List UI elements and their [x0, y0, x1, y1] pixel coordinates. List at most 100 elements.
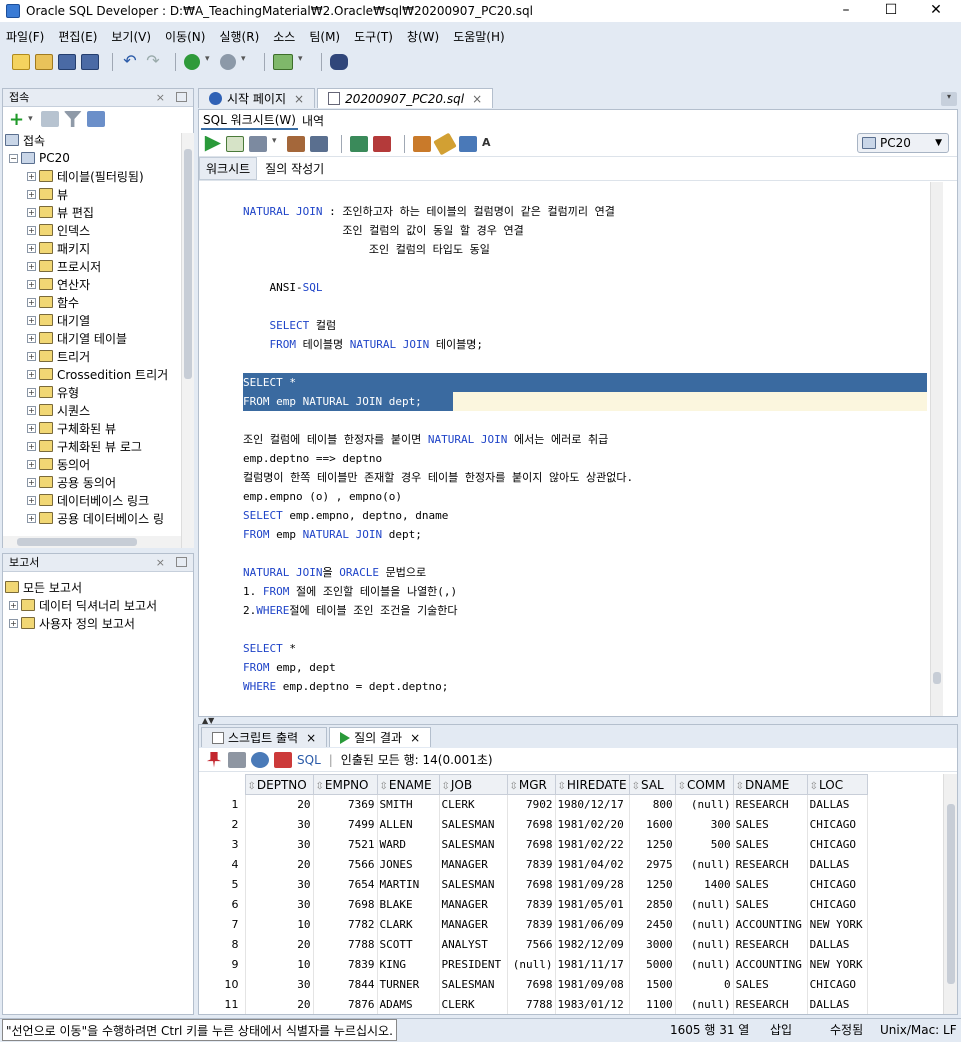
table-cell[interactable]: 10 [245, 914, 314, 935]
table-row[interactable]: 9 10 7839 KING PRESIDENT (null) 1981/11/17 5000… [199, 954, 868, 975]
table-cell[interactable]: CHICAGO [807, 874, 868, 895]
minimize-panel-icon[interactable] [176, 557, 187, 567]
table-cell[interactable]: 7499 [313, 814, 378, 835]
column-header-job[interactable]: ⇳JOB [438, 774, 508, 795]
table-cell[interactable]: 1600 [629, 814, 676, 835]
table-cell[interactable]: DALLAS [807, 994, 868, 1014]
table-cell[interactable]: WARD [377, 834, 440, 855]
collapse-icon[interactable]: − [9, 153, 18, 163]
sort-icon[interactable]: ⇳ [510, 781, 518, 792]
tree-item-operators[interactable]: + 연산자 [5, 275, 193, 293]
table-cell[interactable]: 1980/12/17 [555, 794, 630, 815]
tree-item-types[interactable]: + 유형 [5, 383, 193, 401]
table-cell[interactable]: 1983/01/12 [555, 994, 630, 1014]
tab-start-page[interactable]: 시작 페이지 × [198, 88, 316, 108]
maximize-button[interactable]: ☐ [868, 0, 914, 22]
close-icon[interactable]: × [156, 89, 165, 106]
binoculars-icon[interactable] [330, 54, 348, 70]
table-cell[interactable]: SMITH [377, 794, 440, 815]
close-icon[interactable]: × [306, 728, 316, 748]
save-all-icon[interactable] [81, 54, 99, 70]
table-cell[interactable]: SALES [733, 814, 808, 835]
table-cell[interactable]: RESEARCH [733, 854, 808, 875]
table-row[interactable]: 6 30 7698 BLAKE MANAGER 7839 1981/05/01 2850 (nu… [199, 894, 868, 915]
table-cell[interactable]: 2850 [629, 894, 676, 915]
refresh-icon[interactable] [40, 111, 59, 127]
table-cell[interactable]: SCOTT [377, 934, 440, 955]
tab-sql-file[interactable]: 20200907_PC20.sql × [317, 88, 494, 108]
menu-edit[interactable]: 편집(E) [58, 28, 97, 45]
tree-item-views[interactable]: + 뷰 [5, 185, 193, 203]
table-cell[interactable]: 1981/11/17 [555, 954, 630, 975]
table-cell[interactable]: 7782 [313, 914, 378, 935]
sort-icon[interactable]: ⇳ [632, 781, 640, 792]
table-cell[interactable]: CLARK [377, 914, 440, 935]
table-row[interactable]: 4 20 7566 JONES MANAGER 7839 1981/04/02 2975 (nu… [199, 854, 868, 875]
table-cell[interactable]: MARTIN [377, 874, 440, 895]
table-row[interactable]: 8 20 7788 SCOTT ANALYST 7566 1982/12/09 3000 (nu… [199, 934, 868, 955]
add-dropdown-icon[interactable]: ▾ [28, 114, 33, 124]
table-row[interactable]: 5 30 7654 MARTIN SALESMAN 7698 1981/09/28 1250 1… [199, 874, 868, 895]
sort-icon[interactable]: ⇳ [248, 781, 256, 792]
history-icon[interactable] [459, 135, 477, 152]
table-cell[interactable]: 20 [245, 854, 314, 875]
table-cell[interactable]: 1500 [629, 974, 676, 995]
table-cell[interactable]: NEW YORK [807, 954, 868, 975]
menu-view[interactable]: 보기(V) [111, 28, 151, 45]
format-icon[interactable]: A [482, 136, 500, 152]
tree-item-functions[interactable]: + 함수 [5, 293, 193, 311]
table-cell[interactable]: 7839 [313, 954, 378, 975]
expand-icon[interactable]: + [27, 315, 36, 325]
menu-team[interactable]: 팀(M) [309, 28, 340, 45]
table-cell[interactable]: (null) [675, 794, 734, 815]
save-icon[interactable] [58, 54, 76, 70]
table-cell[interactable]: 1981/05/01 [555, 894, 630, 915]
table-cell[interactable]: 10 [245, 954, 314, 975]
expand-icon[interactable]: + [27, 225, 36, 235]
redo-icon[interactable]: ↷ [144, 53, 162, 70]
tree-item-database-links[interactable]: + 데이터베이스 링크 [5, 491, 193, 509]
explain-plan-icon[interactable] [287, 135, 305, 152]
table-cell[interactable]: MANAGER [439, 854, 508, 875]
table-cell[interactable]: 1250 [629, 874, 676, 895]
table-cell[interactable]: 7369 [313, 794, 378, 815]
table-cell[interactable]: SALESMAN [439, 834, 508, 855]
tree-item-materialized-views[interactable]: + 구체화된 뷰 [5, 419, 193, 437]
rollback-icon[interactable] [373, 135, 391, 152]
expand-icon[interactable]: + [27, 423, 36, 433]
expand-icon[interactable]: + [27, 243, 36, 253]
column-header-sal[interactable]: ⇳SAL [628, 774, 676, 795]
tab-list-icon[interactable]: ▾ [941, 92, 957, 106]
commit-icon[interactable] [249, 135, 267, 152]
table-row[interactable]: 10 30 7844 TURNER SALESMAN 7698 1981/09/08 1500… [199, 974, 868, 995]
close-icon[interactable]: × [410, 728, 420, 748]
table-cell[interactable]: 7566 [507, 934, 556, 955]
tree-item-indexes[interactable]: + 인덱스 [5, 221, 193, 239]
table-cell[interactable]: BLAKE [377, 894, 440, 915]
tree-item-tables[interactable]: + 테이블(필터링됨) [5, 167, 193, 185]
table-cell[interactable]: CHICAGO [807, 894, 868, 915]
add-connection-icon[interactable]: + [9, 109, 24, 130]
table-cell[interactable]: 7788 [507, 994, 556, 1014]
table-row[interactable]: 7 10 7782 CLARK MANAGER 7839 1981/06/09 2450 (nu… [199, 914, 868, 935]
table-cell[interactable]: 7839 [507, 854, 556, 875]
menu-tools[interactable]: 도구(T) [354, 28, 393, 45]
table-cell[interactable]: 7698 [507, 874, 556, 895]
table-cell[interactable]: 2450 [629, 914, 676, 935]
tab-sql-worksheet[interactable]: SQL 워크시트(W) [201, 111, 298, 130]
table-cell[interactable]: RESEARCH [733, 994, 808, 1014]
column-header-mgr[interactable]: ⇳MGR [506, 774, 556, 795]
table-cell[interactable]: (null) [675, 894, 734, 915]
results-grid[interactable]: ⇳DEPTNO ⇳EMPNO ⇳ENAME ⇳JOB ⇳MGR ⇳HIREDATE ⇳SAL… [199, 774, 943, 1014]
expand-icon[interactable]: + [27, 279, 36, 289]
code-editor[interactable]: NATURAL JOIN : 조인하고자 하는 테이블의 컬럼명이 같은 컬럼끼… [199, 182, 941, 716]
tree-db[interactable]: − PC20 [5, 149, 193, 167]
tree-item-procedures[interactable]: + 프로시저 [5, 257, 193, 275]
results-scrollbar[interactable] [943, 774, 957, 1014]
undo-icon[interactable]: ↶ [121, 53, 139, 70]
tree-item-sequences[interactable]: + 시퀀스 [5, 401, 193, 419]
expand-icon[interactable]: + [27, 513, 36, 523]
table-cell[interactable]: 30 [245, 814, 314, 835]
table-cell[interactable]: 7788 [313, 934, 378, 955]
menu-run[interactable]: 실행(R) [219, 28, 259, 45]
